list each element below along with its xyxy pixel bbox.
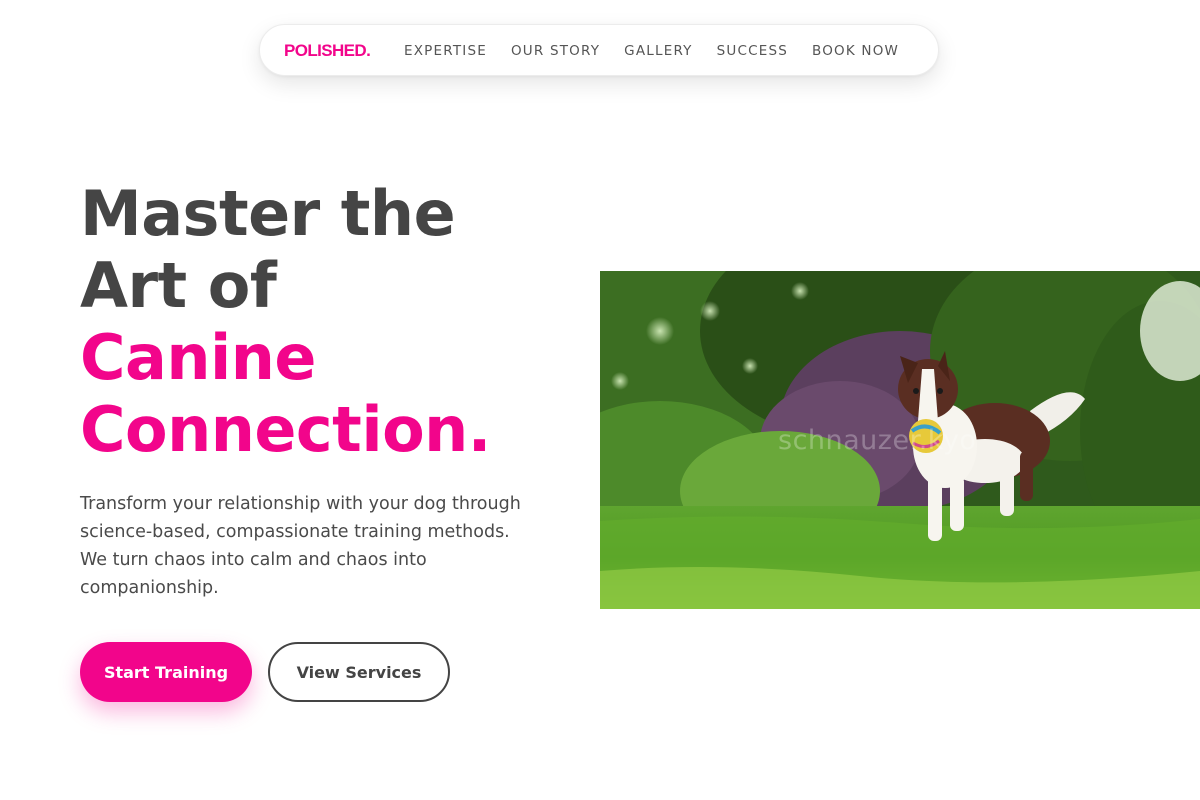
- image-watermark: schnauzer.kyo: [778, 425, 977, 456]
- main-nav: POLISHED. EXPERTISE OUR STORY GALLERY SU…: [259, 24, 939, 76]
- hero-title-line-1: Master the: [80, 177, 456, 250]
- hero-title-accent-line-2: Connection.: [80, 393, 491, 466]
- nav-link-our-story[interactable]: OUR STORY: [511, 42, 600, 60]
- nav-link-book-now[interactable]: BOOK NOW: [812, 42, 899, 60]
- nav-link-gallery[interactable]: GALLERY: [624, 42, 692, 60]
- nav-link-expertise[interactable]: EXPERTISE: [404, 42, 487, 60]
- start-training-button[interactable]: Start Training: [80, 642, 252, 702]
- nav-links: EXPERTISE OUR STORY GALLERY SUCCESS BOOK…: [404, 42, 899, 60]
- hero-image: schnauzer.kyo: [600, 271, 1200, 609]
- hero-title-accent-line-1: Canine: [80, 321, 316, 394]
- brand-logo[interactable]: POLISHED.: [284, 39, 371, 63]
- view-services-button[interactable]: View Services: [268, 642, 450, 702]
- hero-title: Master the Art of Canine Connection.: [80, 178, 491, 466]
- hero-title-line-2: Art of: [80, 249, 277, 322]
- hero-description: Transform your relationship with your do…: [80, 494, 521, 598]
- nav-link-success[interactable]: SUCCESS: [717, 42, 788, 60]
